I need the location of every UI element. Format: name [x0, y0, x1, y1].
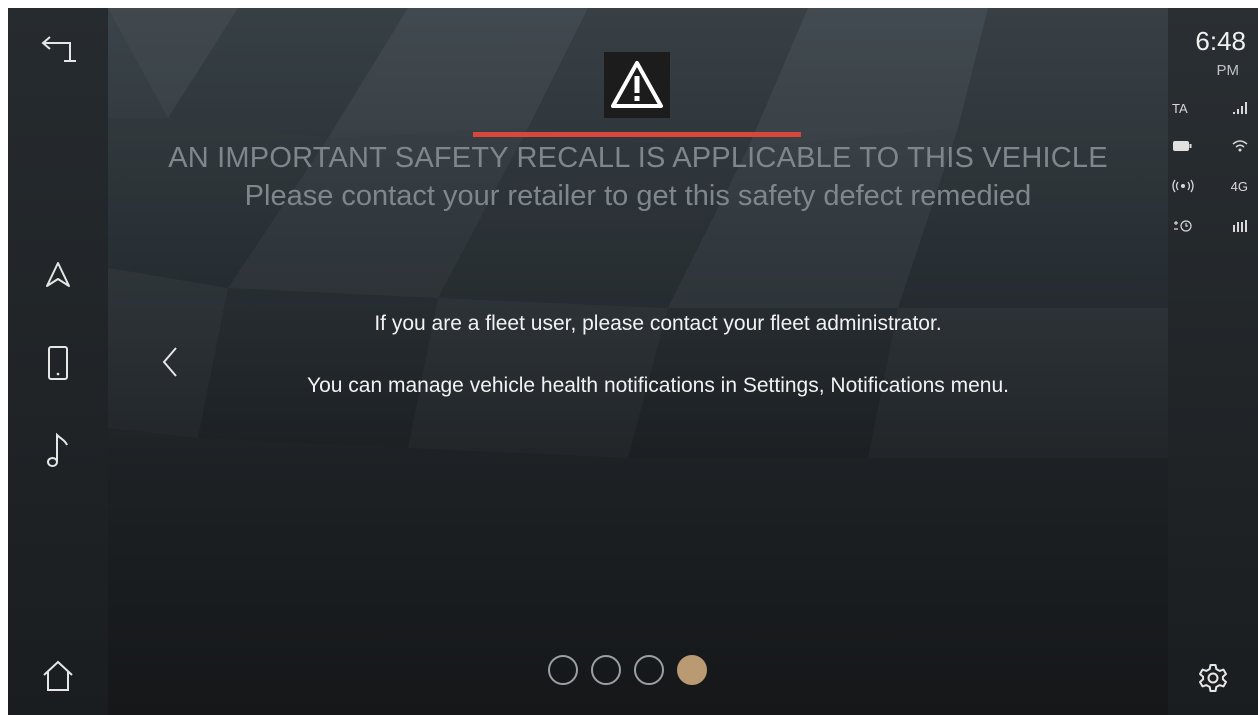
status-row-network: 4G — [1172, 176, 1248, 196]
page-dot[interactable] — [591, 655, 621, 685]
clock-time: 6:48 — [1195, 26, 1246, 56]
page-dot[interactable] — [548, 655, 578, 685]
gear-icon[interactable] — [1191, 656, 1235, 700]
fleet-message: If you are a fleet user, please contact … — [374, 312, 942, 335]
wifi-icon — [1232, 140, 1248, 152]
page-dot[interactable] — [634, 655, 664, 685]
cellular-signal-icon — [1233, 220, 1247, 232]
home-icon[interactable] — [36, 654, 80, 698]
status-row-misc — [1172, 216, 1248, 236]
phone-icon[interactable] — [36, 341, 80, 385]
status-row-ta: TA — [1172, 98, 1248, 118]
network-label: 4G — [1230, 178, 1248, 194]
navigation-icon[interactable] — [36, 255, 80, 295]
recall-title: AN IMPORTANT SAFETY RECALL IS APPLICABLE… — [168, 142, 1108, 174]
ta-label: TA — [1172, 100, 1188, 116]
battery-icon — [1173, 141, 1192, 151]
clock-ampm: PM — [1216, 62, 1240, 79]
warning-badge — [604, 52, 670, 118]
chevron-left-icon[interactable] — [152, 340, 188, 384]
signal-bars-icon — [1233, 102, 1247, 114]
warning-triangle-icon — [611, 61, 663, 108]
status-rail: 6:48 PM TA 4G — [1168, 8, 1258, 715]
page-dot-active[interactable] — [677, 655, 707, 685]
page-indicator — [548, 655, 707, 685]
alert-underline — [473, 132, 801, 137]
settings-message: You can manage vehicle health notificati… — [307, 374, 1009, 397]
status-row-battery — [1172, 136, 1248, 156]
broadcast-icon — [1172, 179, 1194, 193]
recall-subtitle: Please contact your retailer to get this… — [244, 180, 1032, 212]
left-nav-rail — [8, 8, 108, 715]
infotainment-screen: If you are a fleet user, please contact … — [8, 8, 1258, 715]
clock-sync-icon — [1174, 220, 1192, 232]
back-arrow-icon[interactable] — [36, 28, 80, 68]
music-note-icon[interactable] — [36, 428, 80, 472]
